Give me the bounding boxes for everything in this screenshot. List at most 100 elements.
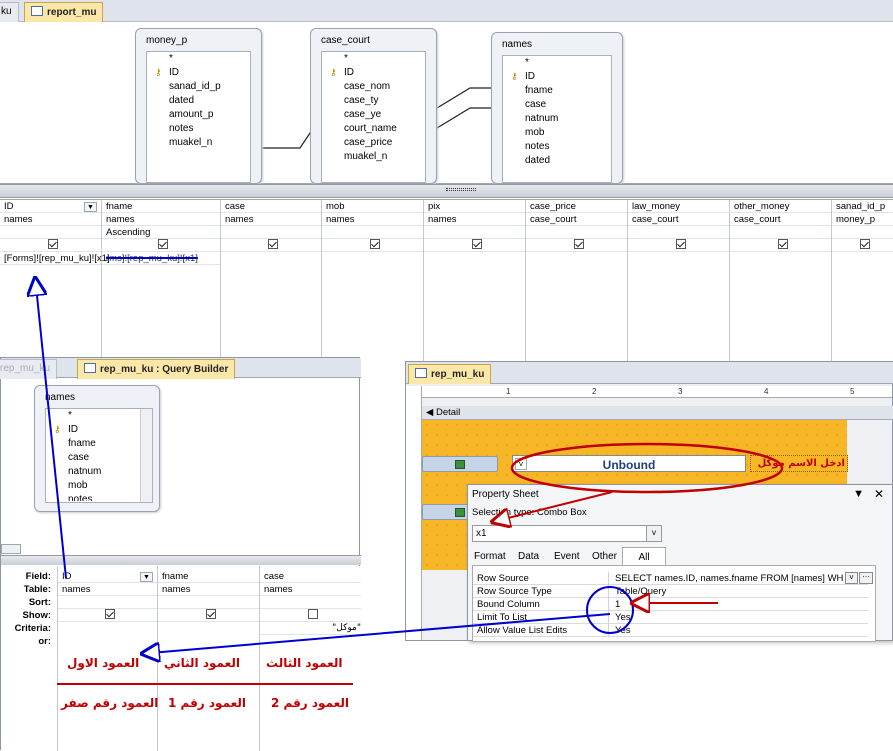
grid-column[interactable]: mob names [322, 200, 424, 380]
grid-column[interactable]: case_price case_court [526, 200, 628, 380]
field-cell[interactable]: mob [322, 200, 423, 213]
grid-column[interactable]: case names [221, 200, 322, 380]
property-row[interactable]: Allow Value List Edits Yes [473, 624, 868, 637]
table-cell[interactable]: names [158, 583, 259, 596]
sort-cell[interactable] [730, 226, 831, 239]
table-cell[interactable]: case_court [526, 213, 627, 226]
field-item[interactable]: * [503, 56, 611, 70]
field-item[interactable]: case [503, 98, 611, 112]
show-cell[interactable] [322, 239, 423, 252]
field-item[interactable]: case [46, 451, 152, 465]
field-item[interactable]: * [46, 409, 152, 423]
field-list[interactable]: * ⚷ ID case_nom case_ty case_ye court_nam… [321, 51, 426, 183]
sort-cell[interactable]: Ascending [102, 226, 220, 239]
field-item[interactable]: natnum [46, 465, 152, 479]
chevron-down-icon[interactable]: ▼ [84, 202, 97, 212]
close-icon[interactable]: ✕ [874, 487, 884, 501]
show-checkbox[interactable] [104, 609, 115, 619]
sort-cell[interactable] [0, 226, 101, 239]
show-checkbox[interactable] [675, 239, 686, 249]
scrollbar[interactable] [140, 409, 152, 502]
splitter-grip[interactable] [446, 188, 476, 191]
field-item[interactable]: notes [147, 122, 250, 136]
property-row[interactable]: Row Source Type Table/Query [473, 585, 868, 598]
field-item[interactable]: ⚷ ID [147, 66, 250, 80]
field-cell[interactable]: case_price [526, 200, 627, 213]
field-list[interactable]: * ⚷ ID fname case natnum mob notes [45, 408, 153, 503]
field-cell[interactable]: law_money [628, 200, 729, 213]
table-cell[interactable]: names [260, 583, 361, 596]
sort-cell[interactable] [526, 226, 627, 239]
dropdown-arrow-icon[interactable]: ▼ [853, 488, 864, 500]
property-row[interactable]: Bound Column 1 [473, 598, 868, 611]
field-item[interactable]: notes [503, 140, 611, 154]
field-item[interactable]: court_name [322, 122, 425, 136]
field-item[interactable]: fname [46, 437, 152, 451]
criteria-cell[interactable]: rms]![rep_mu_ku]![x1] [102, 252, 220, 265]
field-item[interactable]: mob [46, 479, 152, 493]
tab-faded[interactable]: rep_mu_ku [0, 359, 58, 379]
field-cell[interactable]: other_money [730, 200, 831, 213]
field-item[interactable]: dated [147, 94, 250, 108]
field-cell[interactable]: fname [102, 200, 220, 213]
tab-other[interactable]: Other [592, 551, 617, 562]
qb-table-names[interactable]: names * ⚷ ID fname case natnum mob notes [34, 385, 160, 512]
field-item[interactable]: ⚷ ID [503, 70, 611, 84]
field-item[interactable]: * [147, 52, 250, 66]
grid-column[interactable]: ID ▼ names [Forms]![rep_mu_ku]![x1] [0, 200, 110, 380]
tab-all[interactable]: All [622, 547, 666, 565]
criteria-cell[interactable]: [Forms]![rep_mu_ku]![x1] [0, 252, 110, 265]
table-cell[interactable]: money_p [832, 213, 893, 226]
field-list[interactable]: * ⚷ ID fname case natnum mob notes dated [502, 55, 612, 183]
field-item[interactable]: case_nom [322, 80, 425, 94]
field-cell[interactable]: case [260, 570, 361, 583]
show-cell[interactable] [832, 239, 893, 252]
show-checkbox[interactable] [573, 239, 584, 249]
field-item[interactable]: case_price [322, 136, 425, 150]
grid-column[interactable]: other_money case_court [730, 200, 832, 380]
show-cell[interactable] [58, 609, 157, 622]
show-checkbox[interactable] [205, 609, 216, 619]
table-cell[interactable]: names [102, 213, 220, 226]
tab-event[interactable]: Event [554, 551, 580, 562]
show-cell[interactable] [424, 239, 525, 252]
show-cell[interactable] [628, 239, 729, 252]
field-item[interactable]: notes [46, 493, 152, 501]
show-cell[interactable] [102, 239, 220, 252]
sort-cell[interactable] [260, 596, 361, 609]
field-item[interactable]: sanad_id_p [147, 80, 250, 94]
tab-rep-mu-ku[interactable]: rep_mu_ku [408, 364, 492, 384]
show-cell[interactable] [0, 239, 101, 252]
table-money-p[interactable]: money_p * ⚷ ID sanad_id_p dated amount_p … [135, 28, 262, 184]
show-cell[interactable] [158, 609, 259, 622]
show-cell[interactable] [221, 239, 321, 252]
table-names[interactable]: names * ⚷ ID fname case natnum mob notes … [491, 32, 623, 184]
show-checkbox[interactable] [268, 239, 278, 249]
table-case-court[interactable]: case_court * ⚷ ID case_nom case_ty case_y… [310, 28, 437, 184]
qb-splitter[interactable] [1, 555, 361, 565]
sort-cell[interactable] [628, 226, 729, 239]
chevron-down-icon[interactable]: ˅ [845, 572, 858, 584]
table-cell[interactable]: names [322, 213, 423, 226]
field-item[interactable]: ⚷ ID [322, 66, 425, 80]
sort-cell[interactable] [424, 226, 525, 239]
show-cell[interactable] [260, 609, 361, 622]
field-cell[interactable]: fname [158, 570, 259, 583]
show-checkbox[interactable] [471, 239, 482, 249]
ellipsis-button[interactable]: ··· [859, 572, 873, 584]
show-checkbox[interactable] [369, 239, 380, 249]
tab-data[interactable]: Data [518, 551, 539, 562]
sort-cell[interactable] [322, 226, 423, 239]
tab-prev[interactable]: ku [0, 2, 19, 22]
sort-cell[interactable] [221, 226, 321, 239]
field-list[interactable]: * ⚷ ID sanad_id_p dated amount_p notes mu… [146, 51, 251, 183]
horizontal-scrollbar[interactable] [1, 544, 21, 554]
combo-label[interactable]: ادخل الاسم موكل [750, 455, 848, 472]
show-cell[interactable] [730, 239, 831, 252]
table-cell[interactable]: names [221, 213, 321, 226]
field-item[interactable]: * [322, 52, 425, 66]
show-checkbox[interactable] [158, 239, 168, 249]
grid-column[interactable]: sanad_id_p money_p [832, 200, 893, 380]
field-item[interactable]: dated [503, 154, 611, 168]
field-cell[interactable]: ID ▼ [0, 200, 101, 213]
